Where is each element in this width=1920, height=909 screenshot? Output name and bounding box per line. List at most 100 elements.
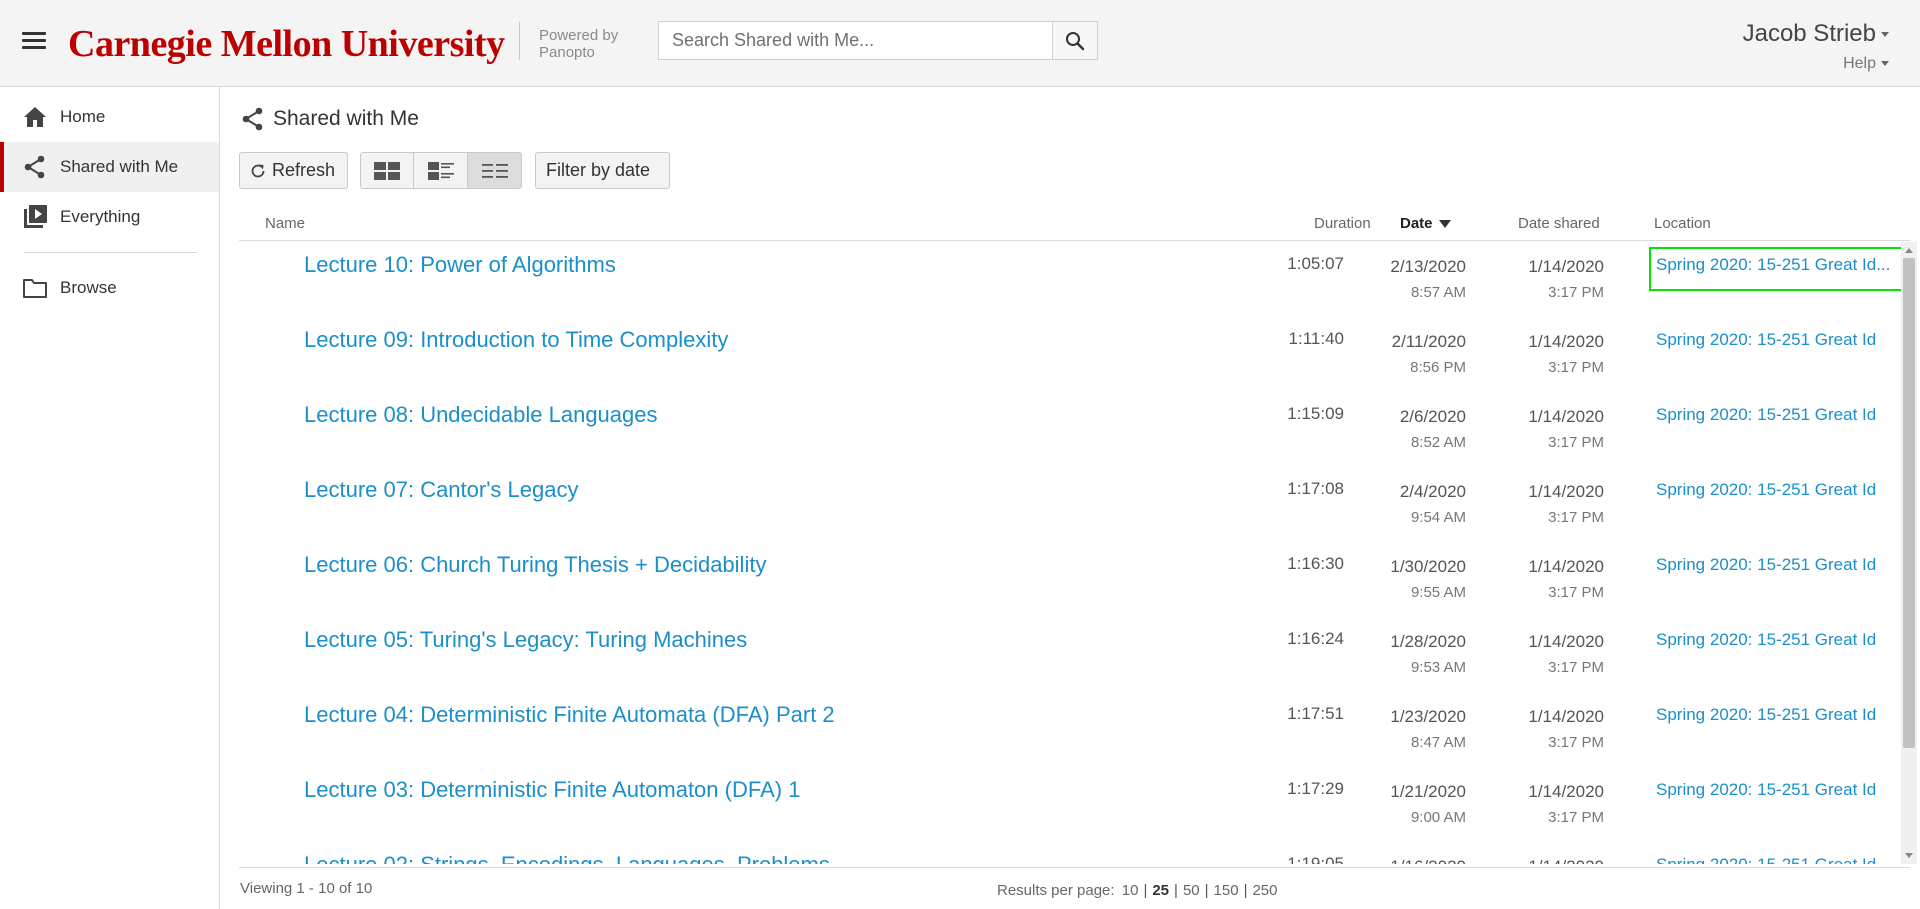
sidebar-item-shared-with-me[interactable]: Shared with Me — [0, 142, 219, 192]
session-location-link[interactable]: Spring 2020: 15-251 Great Id... — [1656, 330, 1876, 350]
search-box — [658, 21, 1053, 60]
detail-view-icon — [427, 161, 454, 180]
session-location-link[interactable]: Spring 2020: 15-251 Great Id... — [1656, 780, 1876, 800]
column-header-date-label: Date — [1400, 215, 1433, 232]
session-title-link[interactable]: Lecture 04: Deterministic Finite Automat… — [304, 702, 835, 728]
session-date-shared: 1/14/2020 3:17 PM — [1528, 554, 1604, 606]
session-date-shared: 1/14/2020 3:17 PM — [1528, 404, 1604, 456]
table-row: Lecture 02: Strings, Encodings, Language… — [239, 842, 1910, 864]
session-shared-time: 3:17 PM — [1548, 359, 1604, 376]
session-date-time: 9:53 AM — [1410, 659, 1466, 676]
session-date: 1/16/2020 — [1390, 854, 1466, 864]
session-duration: 1:17:29 — [1287, 779, 1344, 798]
session-shared-day: 1/14/2020 — [1528, 632, 1604, 651]
sidebar-item-label: Shared with Me — [60, 157, 179, 176]
table-row: Lecture 09: Introduction to Time Complex… — [239, 317, 1910, 392]
session-title-link[interactable]: Lecture 05: Turing's Legacy: Turing Mach… — [304, 627, 747, 653]
scrollbar[interactable] — [1901, 242, 1917, 864]
table-row: Lecture 10: Power of Algorithms 1:05:07 … — [239, 242, 1910, 317]
sidebar-item-home[interactable]: Home — [0, 92, 219, 142]
session-location-link[interactable]: Spring 2020: 15-251 Great Id... — [1656, 855, 1876, 864]
session-date-shared: 1/14/2020 3:17 PM — [1528, 779, 1604, 831]
sidebar-item-browse[interactable]: Browse — [0, 263, 219, 313]
session-shared-day: 1/14/2020 — [1528, 332, 1604, 351]
powered-by-text: Powered by Panopto — [539, 27, 618, 61]
session-title-link[interactable]: Lecture 09: Introduction to Time Complex… — [304, 327, 728, 353]
session-date-time: 8:56 PM — [1410, 359, 1466, 376]
session-date-shared: 1/14/2020 3:17 PM — [1528, 254, 1604, 306]
session-title-link[interactable]: Lecture 08: Undecidable Languages — [304, 402, 658, 428]
sidebar: Home Shared with Me Everything Browse — [0, 87, 220, 909]
per-page-separator: | — [1174, 882, 1178, 899]
powered-by-line2: Panopto — [539, 44, 595, 61]
session-date-day: 1/16/2020 — [1390, 857, 1466, 864]
session-location-link[interactable]: Spring 2020: 15-251 Great Id... — [1656, 705, 1876, 725]
session-title-link[interactable]: Lecture 06: Church Turing Thesis + Decid… — [304, 552, 766, 578]
session-location-link[interactable]: Spring 2020: 15-251 Great Id... — [1656, 405, 1876, 425]
session-location-link[interactable]: Spring 2020: 15-251 Great Id... — [1649, 247, 1910, 291]
results-per-page-label: Results per page: — [997, 882, 1115, 899]
search-button[interactable] — [1053, 21, 1098, 60]
session-date-time: 8:52 AM — [1410, 434, 1466, 451]
scroll-down-icon[interactable] — [1905, 853, 1913, 858]
per-page-option[interactable]: 10 — [1119, 882, 1142, 899]
sidebar-item-label: Home — [60, 107, 106, 126]
session-duration: 1:16:30 — [1287, 554, 1344, 573]
session-title-link[interactable]: Lecture 02: Strings, Encodings, Language… — [304, 852, 830, 864]
view-mode-group — [360, 152, 522, 189]
session-date-day: 1/21/2020 — [1390, 782, 1466, 801]
session-date: 1/23/2020 8:47 AM — [1390, 704, 1466, 756]
session-date-time: 9:54 AM — [1410, 509, 1466, 526]
session-date-time: 9:55 AM — [1410, 584, 1466, 601]
session-date-day: 2/11/2020 — [1391, 332, 1466, 351]
column-header-date-shared[interactable]: Date shared — [1518, 215, 1600, 232]
session-shared-day: 1/14/2020 — [1528, 857, 1604, 864]
per-page-option[interactable]: 25 — [1149, 882, 1172, 899]
search-icon — [1066, 31, 1085, 50]
session-date-day: 1/28/2020 — [1390, 632, 1466, 651]
column-header-duration[interactable]: Duration — [1314, 215, 1371, 232]
session-duration: 1:05:07 — [1287, 254, 1344, 273]
session-location-link[interactable]: Spring 2020: 15-251 Great Id... — [1656, 555, 1876, 575]
hamburger-menu-icon[interactable] — [22, 32, 46, 52]
session-shared-time: 3:17 PM — [1548, 284, 1604, 301]
session-duration: 1:19:05 — [1287, 854, 1344, 864]
session-title-link[interactable]: Lecture 03: Deterministic Finite Automat… — [304, 777, 800, 803]
list-view-button[interactable] — [468, 152, 522, 189]
sidebar-item-everything[interactable]: Everything — [0, 192, 219, 242]
grid-view-button[interactable] — [360, 152, 414, 189]
session-location-link[interactable]: Spring 2020: 15-251 Great Id... — [1656, 480, 1876, 500]
column-header-location[interactable]: Location — [1654, 215, 1711, 232]
user-menu[interactable]: Jacob Strieb — [1743, 20, 1889, 48]
session-date: 2/13/2020 8:57 AM — [1390, 254, 1466, 306]
session-date-day: 2/6/2020 — [1399, 407, 1466, 426]
session-shared-time: 3:17 PM — [1548, 434, 1604, 451]
list-view-icon — [481, 163, 508, 178]
main-content: Shared with Me Refresh Filter by date Na… — [221, 87, 1920, 909]
sidebar-divider — [24, 252, 197, 253]
refresh-button[interactable]: Refresh — [239, 152, 348, 189]
toolbar: Refresh Filter by date — [239, 152, 670, 189]
column-header-date[interactable]: Date — [1400, 215, 1451, 232]
per-page-option[interactable]: 50 — [1180, 882, 1203, 899]
session-date-time: 9:00 AM — [1410, 809, 1466, 826]
per-page-option[interactable]: 150 — [1211, 882, 1242, 899]
session-shared-day: 1/14/2020 — [1528, 257, 1604, 276]
share-icon — [22, 154, 48, 180]
column-header-name[interactable]: Name — [265, 215, 305, 232]
help-menu[interactable]: Help — [1843, 55, 1889, 73]
university-logo[interactable]: Carnegie Mellon University — [68, 22, 505, 66]
session-title-link[interactable]: Lecture 10: Power of Algorithms — [304, 252, 616, 278]
session-date-shared: 1/14/2020 3:17 PM — [1528, 629, 1604, 681]
session-title-link[interactable]: Lecture 07: Cantor's Legacy — [304, 477, 578, 503]
search-input[interactable] — [659, 22, 1052, 59]
detail-view-button[interactable] — [414, 152, 468, 189]
scroll-up-icon[interactable] — [1905, 248, 1913, 253]
help-label: Help — [1843, 55, 1876, 72]
powered-by-line1: Powered by — [539, 27, 619, 44]
chevron-down-icon — [1881, 32, 1889, 38]
scroll-thumb[interactable] — [1903, 258, 1915, 748]
session-location-link[interactable]: Spring 2020: 15-251 Great Id... — [1656, 630, 1876, 650]
per-page-option[interactable]: 250 — [1249, 882, 1280, 899]
filter-by-date-button[interactable]: Filter by date — [535, 152, 670, 189]
